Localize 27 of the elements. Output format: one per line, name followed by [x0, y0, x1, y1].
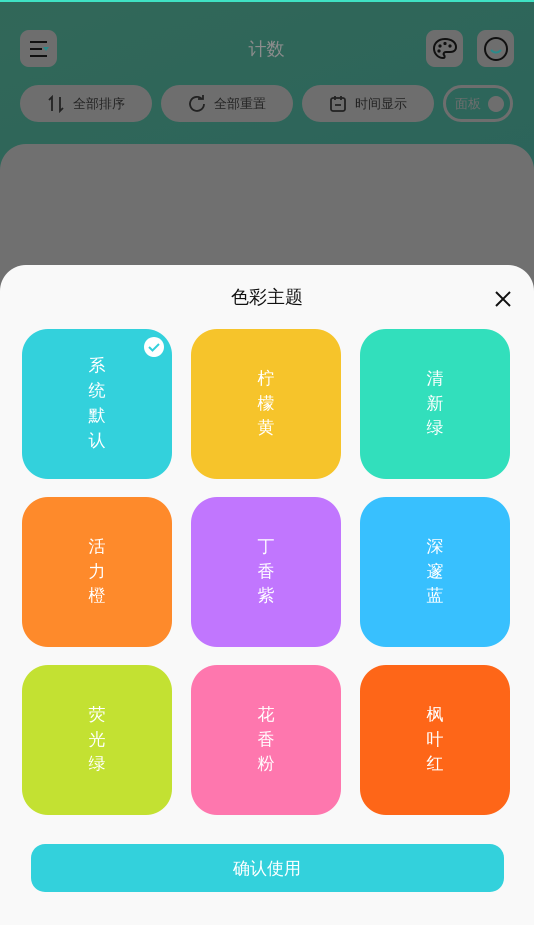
sheet-title: 色彩主题 [231, 286, 303, 309]
action-button[interactable]: 全部排序 [20, 85, 152, 122]
check-icon [144, 337, 164, 357]
theme-tile[interactable]: 柠檬黄 [191, 329, 341, 479]
face-button[interactable] [477, 30, 514, 67]
theme-tile[interactable]: 枫叶红 [360, 665, 510, 815]
theme-tile[interactable]: 荧光绿 [22, 665, 172, 815]
smiley-icon [482, 36, 508, 62]
page-title: 计数 [248, 38, 286, 60]
panel-toggle[interactable]: 面板 [443, 85, 513, 122]
calendar-icon [329, 94, 347, 112]
close-icon [494, 290, 512, 308]
palette-icon [432, 36, 458, 60]
theme-tile[interactable]: 深邃蓝 [360, 497, 510, 647]
theme-tile[interactable]: 系统默认 [22, 329, 172, 479]
action-button[interactable]: 时间显示 [302, 85, 434, 122]
theme-tile[interactable]: 活力橙 [22, 497, 172, 647]
refresh-icon [188, 94, 206, 112]
confirm-button[interactable]: 确认使用 [30, 844, 504, 892]
sort-icon [47, 94, 65, 112]
theme-tile[interactable]: 清新绿 [360, 329, 510, 479]
menu-button[interactable] [20, 30, 57, 67]
theme-tile[interactable]: 花香粉 [191, 665, 341, 815]
palette-button[interactable] [426, 30, 463, 67]
theme-tile[interactable]: 丁香紫 [191, 497, 341, 647]
menu-icon [28, 38, 50, 58]
action-button[interactable]: 全部重置 [161, 85, 293, 122]
